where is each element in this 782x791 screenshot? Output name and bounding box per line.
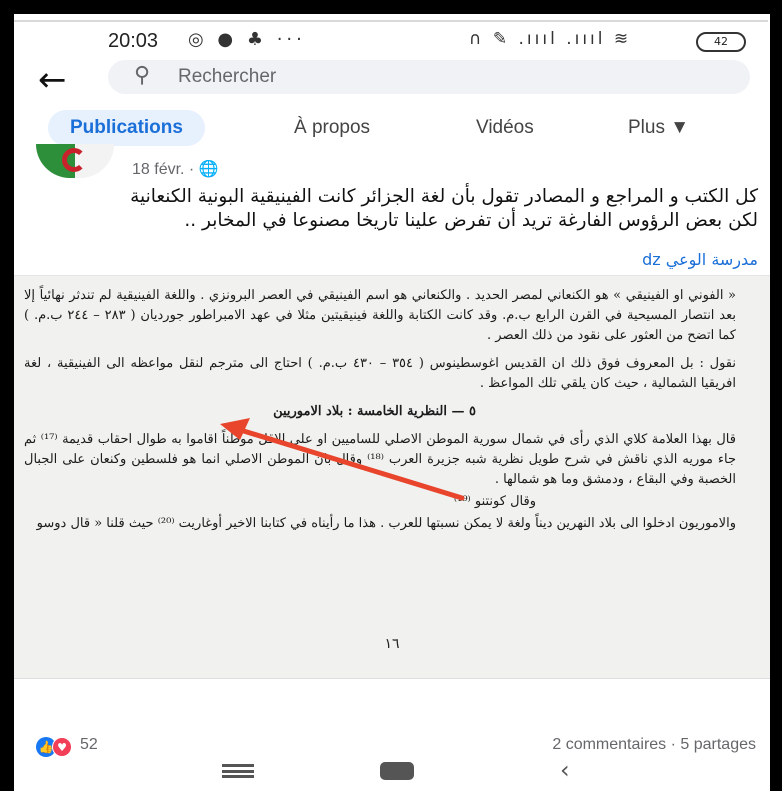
device-frame-left [0,0,14,791]
signal-icons: ∩ ✎ .ıııl .ıııl ≋ [469,29,632,49]
search-bar[interactable]: ⚲ Rechercher [108,60,750,94]
book-paragraph: قال بهذا العلامة كلاي الذي رأى في شمال س… [24,432,736,487]
device-frame-top [0,0,782,14]
book-paragraph: نقول : بل المعروف فوق ذلك ان القديس اغوس… [24,356,737,391]
tab-about[interactable]: À propos [294,110,370,146]
back-arrow-icon[interactable]: ← [38,60,67,100]
recent-apps-icon[interactable] [222,764,254,778]
post-date[interactable]: 18 févr. · 🌐 [132,159,219,179]
search-icon: ⚲ [134,63,151,88]
nav-back-icon[interactable]: ‹ [560,756,570,784]
tab-publications[interactable]: Publications [48,110,205,146]
book-paragraph: وقال كونتنو ⁽¹⁹⁾ [453,494,536,509]
tab-videos[interactable]: Vidéos [476,110,534,146]
love-icon: ♥ [52,737,72,757]
page-avatar[interactable] [36,144,114,178]
search-input[interactable]: Rechercher [178,66,276,88]
profile-tabs: Publications À propos Vidéos Plus ▼ [14,108,770,148]
status-time: 20:03 [108,30,159,52]
book-page-text: « الفوني او الفينيقي » هو الكنعاني لمصر … [24,286,736,542]
crescent-icon [62,148,86,172]
reactions-bar: 👍 ♥ 52 2 commentaires · 5 partages [36,736,756,758]
notification-icons: ◎ ● ♣ ··· [188,29,306,50]
post-text: كل الكتب و المراجع و المصادر تقول بأن لغ… [130,186,758,231]
comments-shares-count[interactable]: 2 commentaires · 5 partages [552,736,756,754]
book-page-number: ١٦ [384,636,400,652]
device-frame-right [770,0,782,791]
home-icon[interactable] [380,762,414,780]
battery-icon: 42 [696,32,746,52]
tab-more[interactable]: Plus ▼ [628,110,689,146]
book-paragraph: « الفوني او الفينيقي » هو الكنعاني لمصر … [24,288,737,343]
book-paragraph: والاموريون ادخلوا الى بلاد النهرين ديناً… [36,516,736,531]
system-nav-bar: ‹ [14,756,770,791]
book-heading: ٥ — النظرية الخامسة : بلاد الاموريين [273,404,476,419]
post-photo[interactable]: « الفوني او الفينيقي » هو الكنعاني لمصر … [14,275,770,679]
reaction-count[interactable]: 52 [80,736,98,754]
post-hashtag-link[interactable]: مدرسة الوعي dz [560,250,758,269]
status-bar: 20:03 ◎ ● ♣ ··· ∩ ✎ .ıııl .ıııl ≋ 42 [14,22,770,62]
